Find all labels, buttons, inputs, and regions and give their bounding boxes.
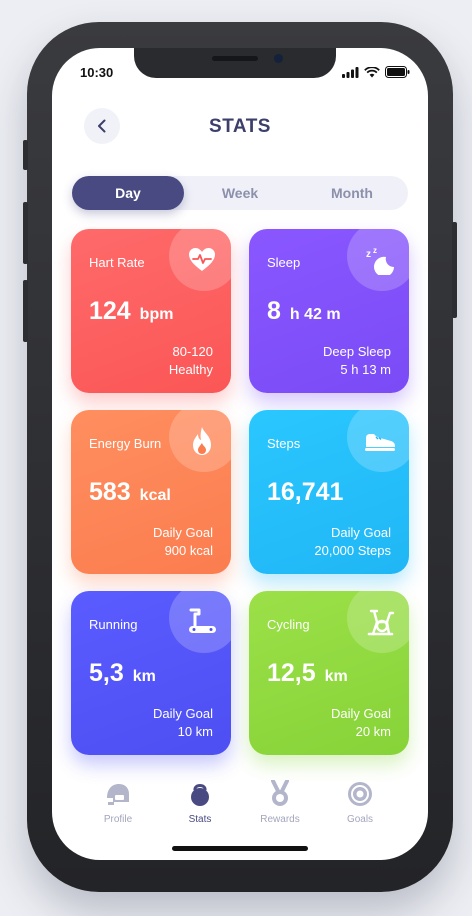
cycling-card[interactable]: Cycling 12,5 km Daily Goal 20 km bbox=[249, 591, 409, 755]
moon-zzz-icon: z z bbox=[363, 243, 397, 277]
footer-line-2: 10 km bbox=[177, 724, 213, 739]
status-time: 10:30 bbox=[80, 65, 114, 80]
value-unit: km bbox=[324, 668, 348, 685]
power-button bbox=[452, 222, 457, 318]
tab-label: Stats bbox=[188, 814, 212, 825]
tab-rewards[interactable]: Rewards bbox=[240, 780, 320, 825]
svg-text:z: z bbox=[373, 246, 377, 255]
segment-day[interactable]: Day bbox=[72, 176, 184, 210]
card-label: Hart Rate bbox=[89, 255, 145, 270]
value-number: 583 bbox=[89, 478, 131, 506]
footer-line-1: Daily Goal bbox=[331, 706, 391, 721]
heart-rate-card[interactable]: Hart Rate 124 bpm 80-120 Healthy bbox=[71, 229, 231, 393]
flame-icon bbox=[185, 424, 219, 458]
home-indicator[interactable] bbox=[172, 846, 308, 851]
app-screen: 10:30 STATS Day Week Month Hart Rate 124… bbox=[52, 48, 428, 860]
segment-month[interactable]: Month bbox=[296, 176, 408, 210]
value-unit: bpm bbox=[139, 306, 174, 323]
card-footer: Daily Goal 20 km bbox=[331, 705, 391, 741]
card-value: 16,741 bbox=[267, 478, 345, 507]
status-icons bbox=[342, 66, 410, 78]
svg-text:z: z bbox=[366, 249, 371, 260]
card-value: 12,5 km bbox=[267, 659, 348, 688]
tab-label: Goals bbox=[346, 814, 374, 825]
card-label: Energy Burn bbox=[89, 436, 162, 451]
value-number: 16,741 bbox=[267, 478, 344, 506]
footer-line-2: 900 kcal bbox=[164, 543, 213, 558]
footer-line-2: 20 km bbox=[355, 724, 391, 739]
tab-label: Rewards bbox=[260, 814, 300, 825]
bottom-tab-bar: Profile Stats Rewards Goals bbox=[52, 780, 428, 830]
tab-goals[interactable]: Goals bbox=[320, 780, 400, 825]
card-footer: Deep Sleep 5 h 13 m bbox=[323, 343, 391, 379]
footer-line-1: Deep Sleep bbox=[323, 344, 391, 359]
helmet-icon bbox=[104, 780, 132, 808]
value-unit: kcal bbox=[139, 487, 171, 504]
footer-line-1: Daily Goal bbox=[331, 525, 391, 540]
footer-line-1: Daily Goal bbox=[153, 525, 213, 540]
card-label: Sleep bbox=[267, 255, 301, 270]
value-number: 8 bbox=[267, 297, 281, 325]
footer-line-1: Daily Goal bbox=[153, 706, 213, 721]
heart-pulse-icon bbox=[185, 243, 219, 277]
kettlebell-icon bbox=[186, 780, 214, 808]
exercise-bike-icon bbox=[363, 605, 397, 639]
card-footer: Daily Goal 20,000 Steps bbox=[314, 524, 391, 560]
card-footer: 80-120 Healthy bbox=[169, 343, 213, 379]
card-label: Steps bbox=[267, 436, 301, 451]
volume-down-button bbox=[23, 280, 28, 342]
treadmill-icon bbox=[185, 605, 219, 639]
signal-icon bbox=[342, 66, 359, 78]
notch bbox=[134, 48, 336, 78]
card-value: 8 h 42 m bbox=[267, 297, 341, 326]
steps-card[interactable]: Steps 16,741 Daily Goal 20,000 Steps bbox=[249, 410, 409, 574]
mute-switch bbox=[23, 140, 28, 170]
page-title: STATS bbox=[209, 116, 271, 137]
card-label: Running bbox=[89, 617, 138, 632]
footer-line-2: 5 h 13 m bbox=[340, 362, 391, 377]
tab-profile[interactable]: Profile bbox=[78, 780, 158, 825]
speaker bbox=[212, 56, 258, 61]
value-unit: km bbox=[132, 668, 156, 685]
sneaker-icon bbox=[363, 424, 397, 458]
card-value: 583 kcal bbox=[89, 478, 171, 507]
target-icon bbox=[346, 780, 374, 808]
medal-icon bbox=[266, 780, 294, 808]
camera bbox=[274, 54, 283, 63]
footer-line-2: 20,000 Steps bbox=[314, 543, 391, 558]
value-unit: h 42 m bbox=[289, 306, 341, 323]
energy-burn-card[interactable]: Energy Burn 583 kcal Daily Goal 900 kcal bbox=[71, 410, 231, 574]
card-value: 124 bpm bbox=[89, 297, 173, 326]
tab-label: Profile bbox=[103, 814, 133, 825]
segment-week[interactable]: Week bbox=[184, 176, 296, 210]
card-label: Cycling bbox=[267, 617, 310, 632]
volume-up-button bbox=[23, 202, 28, 264]
card-footer: Daily Goal 900 kcal bbox=[153, 524, 213, 560]
running-card[interactable]: Running 5,3 km Daily Goal 10 km bbox=[71, 591, 231, 755]
battery-icon bbox=[385, 66, 410, 78]
value-number: 5,3 bbox=[89, 659, 124, 687]
value-number: 124 bbox=[89, 297, 131, 325]
footer-line-2: Healthy bbox=[168, 362, 213, 377]
wifi-icon bbox=[364, 66, 380, 77]
sleep-card[interactable]: z z Sleep 8 h 42 m Deep Sleep 5 h 13 m bbox=[249, 229, 409, 393]
card-value: 5,3 km bbox=[89, 659, 156, 688]
card-footer: Daily Goal 10 km bbox=[153, 705, 213, 741]
period-selector: Day Week Month bbox=[72, 176, 408, 210]
footer-line-1: 80-120 bbox=[172, 344, 213, 359]
tab-stats[interactable]: Stats bbox=[160, 780, 240, 825]
value-number: 12,5 bbox=[267, 659, 316, 687]
